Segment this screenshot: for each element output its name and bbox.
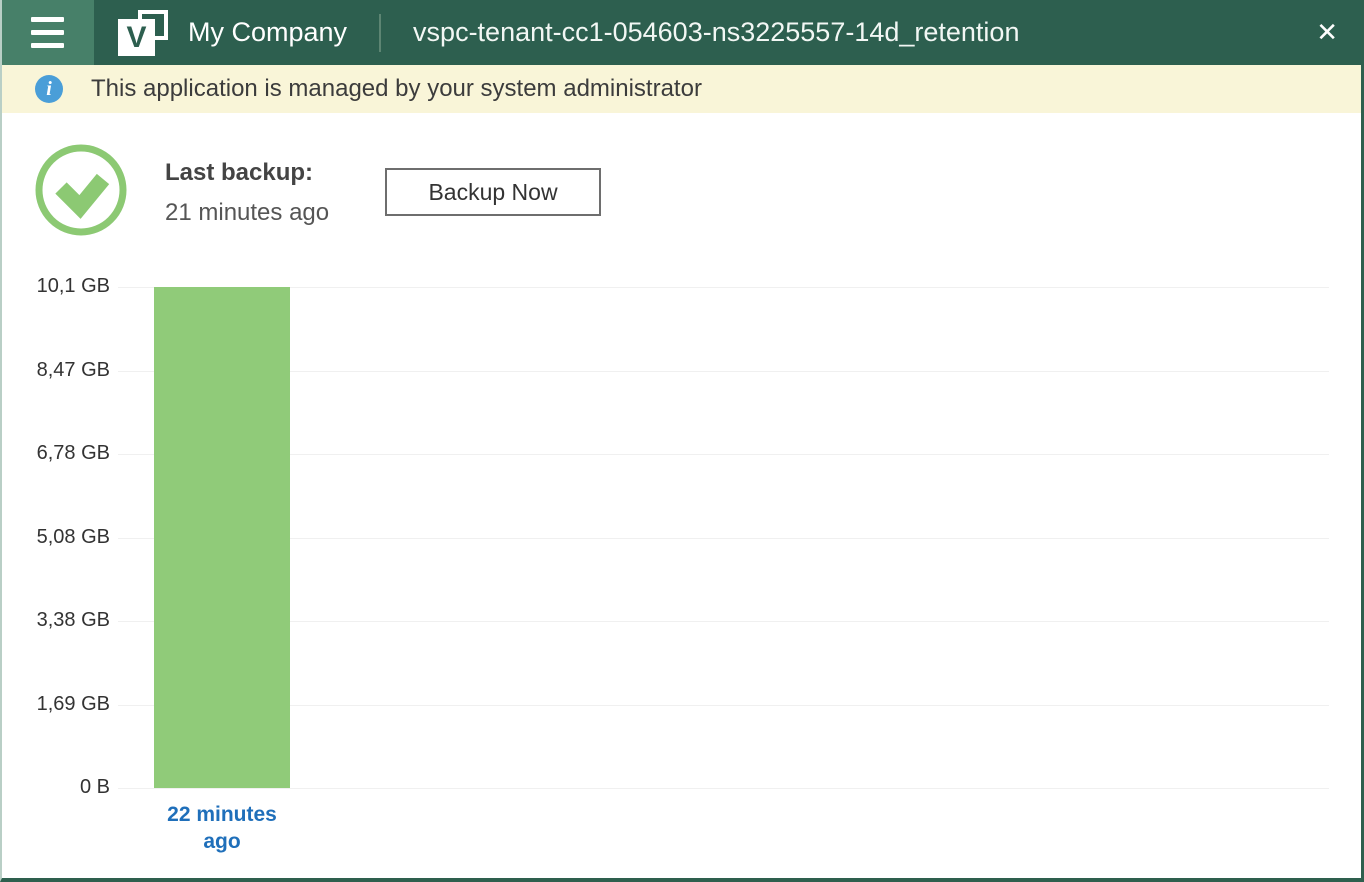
y-axis-tick-label: 8,47 GB [2, 359, 110, 382]
gridline [118, 705, 1329, 706]
bar-category-link[interactable]: 22 minutes ago [146, 801, 298, 855]
gridline [118, 371, 1329, 372]
header-divider [379, 14, 381, 52]
backup-size-chart: 10,1 GB 8,47 GB 6,78 GB 5,08 GB 3,38 GB 1,69 … [2, 277, 1361, 867]
close-button[interactable]: ✕ [1290, 0, 1364, 65]
managed-banner: i This application is managed by your sy… [2, 65, 1361, 113]
hamburger-icon [31, 17, 64, 22]
app-window: V My Company vspc-tenant-cc1-054603-ns32… [0, 0, 1364, 882]
hamburger-icon [31, 43, 64, 48]
backup-status: Last backup: 21 minutes ago [165, 159, 329, 227]
y-axis-tick-label: 1,69 GB [2, 693, 110, 716]
y-axis-tick-label: 10,1 GB [2, 275, 110, 298]
company-name: My Company [188, 17, 347, 48]
veeam-logo-icon: V [118, 10, 168, 56]
y-axis-tick-label: 3,38 GB [2, 609, 110, 632]
menu-button[interactable] [0, 0, 94, 65]
job-title: vspc-tenant-cc1-054603-ns3225557-14d_ret… [413, 17, 1290, 48]
gridline [118, 788, 1329, 789]
gridline [118, 287, 1329, 288]
gridline [118, 454, 1329, 455]
backup-now-button[interactable]: Backup Now [385, 168, 601, 216]
success-check-icon [33, 142, 130, 239]
title-bar: V My Company vspc-tenant-cc1-054603-ns32… [0, 0, 1364, 65]
last-backup-time: 21 minutes ago [165, 199, 329, 227]
last-backup-label: Last backup: [165, 159, 329, 187]
y-axis-tick-label: 5,08 GB [2, 526, 110, 549]
y-axis-tick-label: 6,78 GB [2, 442, 110, 465]
y-axis-tick-label: 0 B [2, 776, 110, 799]
managed-banner-text: This application is managed by your syst… [91, 75, 702, 103]
gridline [118, 538, 1329, 539]
info-icon: i [35, 75, 63, 103]
logo-letter: V [118, 19, 155, 56]
gridline [118, 621, 1329, 622]
restore-point-bar[interactable] [154, 287, 290, 788]
hamburger-icon [31, 30, 64, 35]
